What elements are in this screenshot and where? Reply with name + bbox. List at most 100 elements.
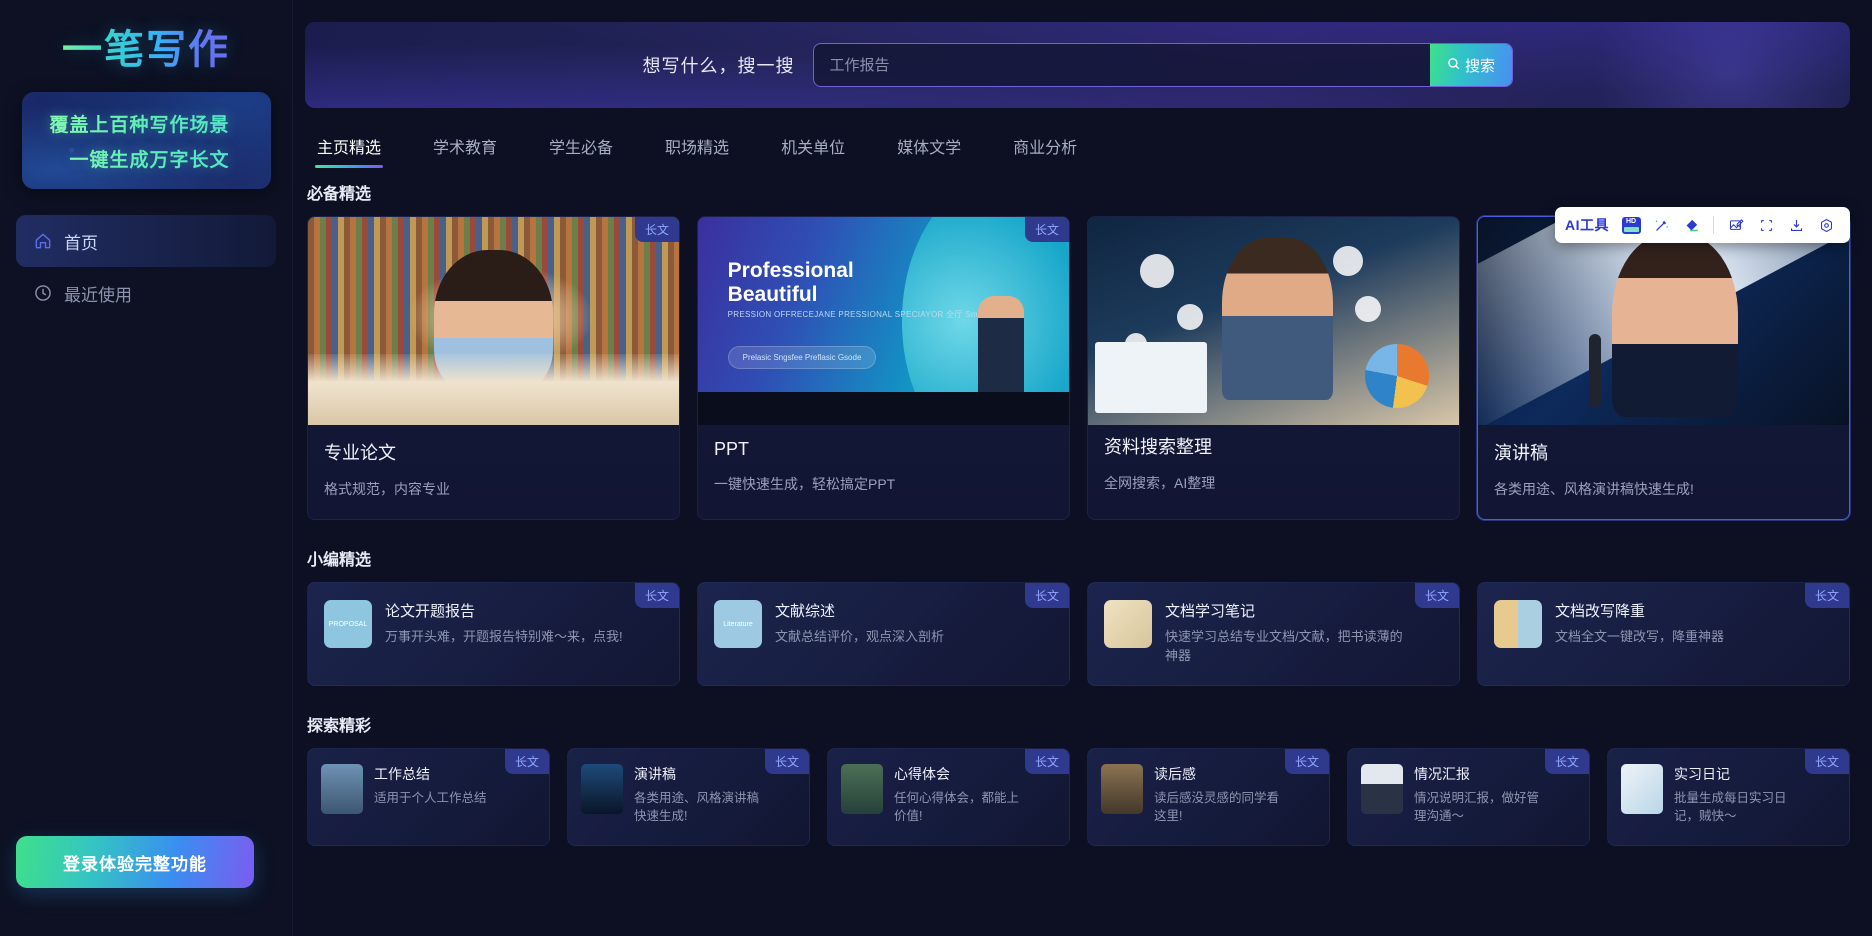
promo-banner[interactable]: 覆盖上百种写作场景 一键生成万字长文 [21, 92, 271, 189]
card-desc: 快速学习总结专业文档/文献，把书读薄的神器 [1165, 629, 1403, 663]
card-desc: 各类用途、风格演讲稿快速生成! [634, 791, 760, 823]
small-card-work-summary[interactable]: 长文 工作总结 适用于个人工作总结 [307, 748, 550, 846]
main-content: 想写什么，搜一搜 搜索 主页精选 学术教育 学生必备 职场精选 机关单位 媒体文… [293, 0, 1872, 936]
small-card-book-report[interactable]: 长文 读后感 读后感没灵感的同学看这里! [1087, 748, 1330, 846]
promo-line-1: 覆盖上百种写作场景 [22, 110, 271, 137]
badge-long-text: 长文 [1024, 583, 1069, 608]
card-desc: 文献总结评价，观点深入剖析 [775, 629, 945, 644]
small-card-status-report[interactable]: 长文 情况汇报 情况说明汇报，做好管理沟通～ [1347, 748, 1590, 846]
thumbnail-label: Literature [723, 620, 753, 628]
tab-business-analysis[interactable]: 商业分析 [1003, 128, 1087, 170]
search-input[interactable] [813, 44, 1430, 86]
card-title: 心得体会 [894, 766, 950, 782]
settings-icon[interactable] [1812, 211, 1840, 239]
badge-long-text: 长文 [1804, 583, 1849, 608]
card-title: 实习日记 [1674, 766, 1730, 782]
eraser-icon[interactable] [1677, 211, 1705, 239]
card-title: 文档学习笔记 [1165, 603, 1256, 620]
medium-card-proposal[interactable]: 长文 PROPOSAL 论文开题报告 万事开头难，开题报告特别难～来，点我! [307, 582, 680, 686]
tab-media-literature[interactable]: 媒体文学 [887, 128, 971, 170]
tab-workplace[interactable]: 职场精选 [655, 128, 739, 170]
card-body: 专业论文 格式规范，内容专业 [308, 425, 679, 519]
hero-search-banner: 想写什么，搜一搜 搜索 [305, 22, 1850, 108]
card-desc: 任何心得体会，都能上价值! [894, 791, 1020, 823]
small-card-reflection[interactable]: 长文 心得体会 任何心得体会，都能上价值! [827, 748, 1070, 846]
card-thumbnail-status-report [1361, 764, 1403, 814]
card-title: 文档改写降重 [1555, 603, 1646, 620]
toolbar-divider [1713, 216, 1714, 234]
ppt-subtext: PRESSION OFFRECEJANE PRESSIONAL SPECIAYO… [727, 309, 1003, 319]
card-desc: 情况说明汇报，做好管理沟通～ [1414, 791, 1540, 823]
card-body: 论文开题报告 万事开头难，开题报告特别难～来，点我! [385, 600, 663, 647]
tab-academic[interactable]: 学术教育 [423, 128, 507, 170]
section-title-explore: 探索精彩 [307, 718, 372, 735]
card-title: 论文开题报告 [385, 603, 476, 620]
tab-student[interactable]: 学生必备 [539, 128, 623, 170]
featured-card-research[interactable]: 资料搜索整理 全网搜索，AI整理 [1087, 216, 1460, 520]
tab-government[interactable]: 机关单位 [771, 128, 855, 170]
small-card-internship-diary[interactable]: 长文 实习日记 批量生成每日实习日记，贼快～ [1607, 748, 1850, 846]
card-thumbnail-data [1088, 217, 1459, 425]
badge-long-text: 长文 [634, 217, 679, 242]
featured-card-speech[interactable]: 长文 演讲稿 各类用途、风格演讲稿快速生成! [1477, 216, 1850, 520]
badge-long-text: 长文 [1804, 749, 1849, 774]
ai-tools-label: AI工具 [1565, 217, 1609, 233]
card-desc: 一键快速生成，轻松搞定PPT [714, 476, 896, 492]
card-body: 资料搜索整理 全网搜索，AI整理 [1088, 425, 1459, 513]
badge-long-text: 长文 [1414, 583, 1459, 608]
card-thumbnail-reflection [841, 764, 883, 814]
card-desc: 适用于个人工作总结 [374, 791, 487, 805]
card-thumbnail-internship-diary [1621, 764, 1663, 814]
medium-card-rewrite[interactable]: 长文 文档改写降重 文档全文一键改写，降重神器 [1477, 582, 1850, 686]
ai-tools-toolbar: AI工具 HD [1555, 207, 1850, 243]
ppt-pill-label: Prelasic Sngsfee Preflasic Gsode [727, 345, 877, 369]
badge-long-text: 长文 [1284, 749, 1329, 774]
card-desc: 读后感没灵感的同学看这里! [1154, 791, 1280, 823]
hd-enhance-icon[interactable]: HD [1617, 211, 1645, 239]
card-title: PPT [714, 439, 750, 459]
badge-long-text: 长文 [764, 749, 809, 774]
crop-icon[interactable] [1752, 211, 1780, 239]
ppt-presenter-figure [978, 296, 1025, 396]
card-thumbnail-speech [581, 764, 623, 814]
card-body: 文档改写降重 文档全文一键改写，降重神器 [1555, 600, 1833, 647]
card-title: 资料搜索整理 [1104, 437, 1212, 457]
card-desc: 批量生成每日实习日记，贼快～ [1674, 791, 1787, 823]
small-card-speech[interactable]: 长文 演讲稿 各类用途、风格演讲稿快速生成! [567, 748, 810, 846]
card-body: PPT 一键快速生成，轻松搞定PPT [698, 425, 1069, 514]
login-button[interactable]: 登录体验完整功能 [16, 836, 254, 888]
image-edit-icon[interactable] [1722, 211, 1750, 239]
badge-long-text: 长文 [504, 749, 549, 774]
card-body: 文献综述 文献总结评价，观点深入剖析 [775, 600, 1053, 647]
category-tabs: 主页精选 学术教育 学生必备 职场精选 机关单位 媒体文学 商业分析 [293, 108, 1872, 170]
featured-card-thesis[interactable]: 长文 专业论文 格式规范，内容专业 [307, 216, 680, 520]
badge-long-text: 长文 [1544, 749, 1589, 774]
medium-card-study-notes[interactable]: 长文 文档学习笔记 快速学习总结专业文档/文献，把书读薄的神器 [1087, 582, 1460, 686]
card-thumbnail-book-report [1101, 764, 1143, 814]
sidebar-item-home-label: 首页 [64, 233, 98, 253]
card-desc: 各类用途、风格演讲稿快速生成! [1494, 481, 1694, 497]
card-title: 专业论文 [324, 443, 396, 463]
logo-text: 一笔写作 [62, 17, 230, 75]
card-thumbnail-rewrite [1494, 600, 1542, 648]
sidebar-item-home[interactable]: 首页 [16, 215, 276, 267]
badge-long-text: 长文 [634, 583, 679, 608]
card-title: 读后感 [1154, 766, 1196, 782]
download-icon[interactable] [1782, 211, 1810, 239]
card-desc: 格式规范，内容专业 [324, 481, 450, 497]
tab-home-featured[interactable]: 主页精选 [307, 128, 391, 170]
featured-card-ppt[interactable]: 长文 Professional Beautiful PRESSION OFFREC… [697, 216, 1070, 520]
card-title: 工作总结 [374, 766, 430, 782]
search-button[interactable]: 搜索 [1429, 44, 1512, 86]
section-title-editor-picks: 小编精选 [307, 552, 372, 569]
magic-wand-icon[interactable] [1647, 211, 1675, 239]
card-body: 工作总结 适用于个人工作总结 [374, 764, 513, 808]
sidebar: 一笔写作 覆盖上百种写作场景 一键生成万字长文 首页 最近使用 登录体验完整功能 [0, 0, 293, 936]
promo-line-2: 一键生成万字长文 [22, 145, 271, 172]
editor-picks-row: 长文 PROPOSAL 论文开题报告 万事开头难，开题报告特别难～来，点我! 长… [293, 582, 1872, 686]
card-title: 演讲稿 [634, 766, 676, 782]
sidebar-item-recent[interactable]: 最近使用 [16, 267, 276, 319]
logo[interactable]: 一笔写作 [0, 0, 292, 86]
medium-card-literature-review[interactable]: 长文 Literature 文献综述 文献总结评价，观点深入剖析 [697, 582, 1070, 686]
card-thumbnail-literature: Literature [714, 600, 762, 648]
